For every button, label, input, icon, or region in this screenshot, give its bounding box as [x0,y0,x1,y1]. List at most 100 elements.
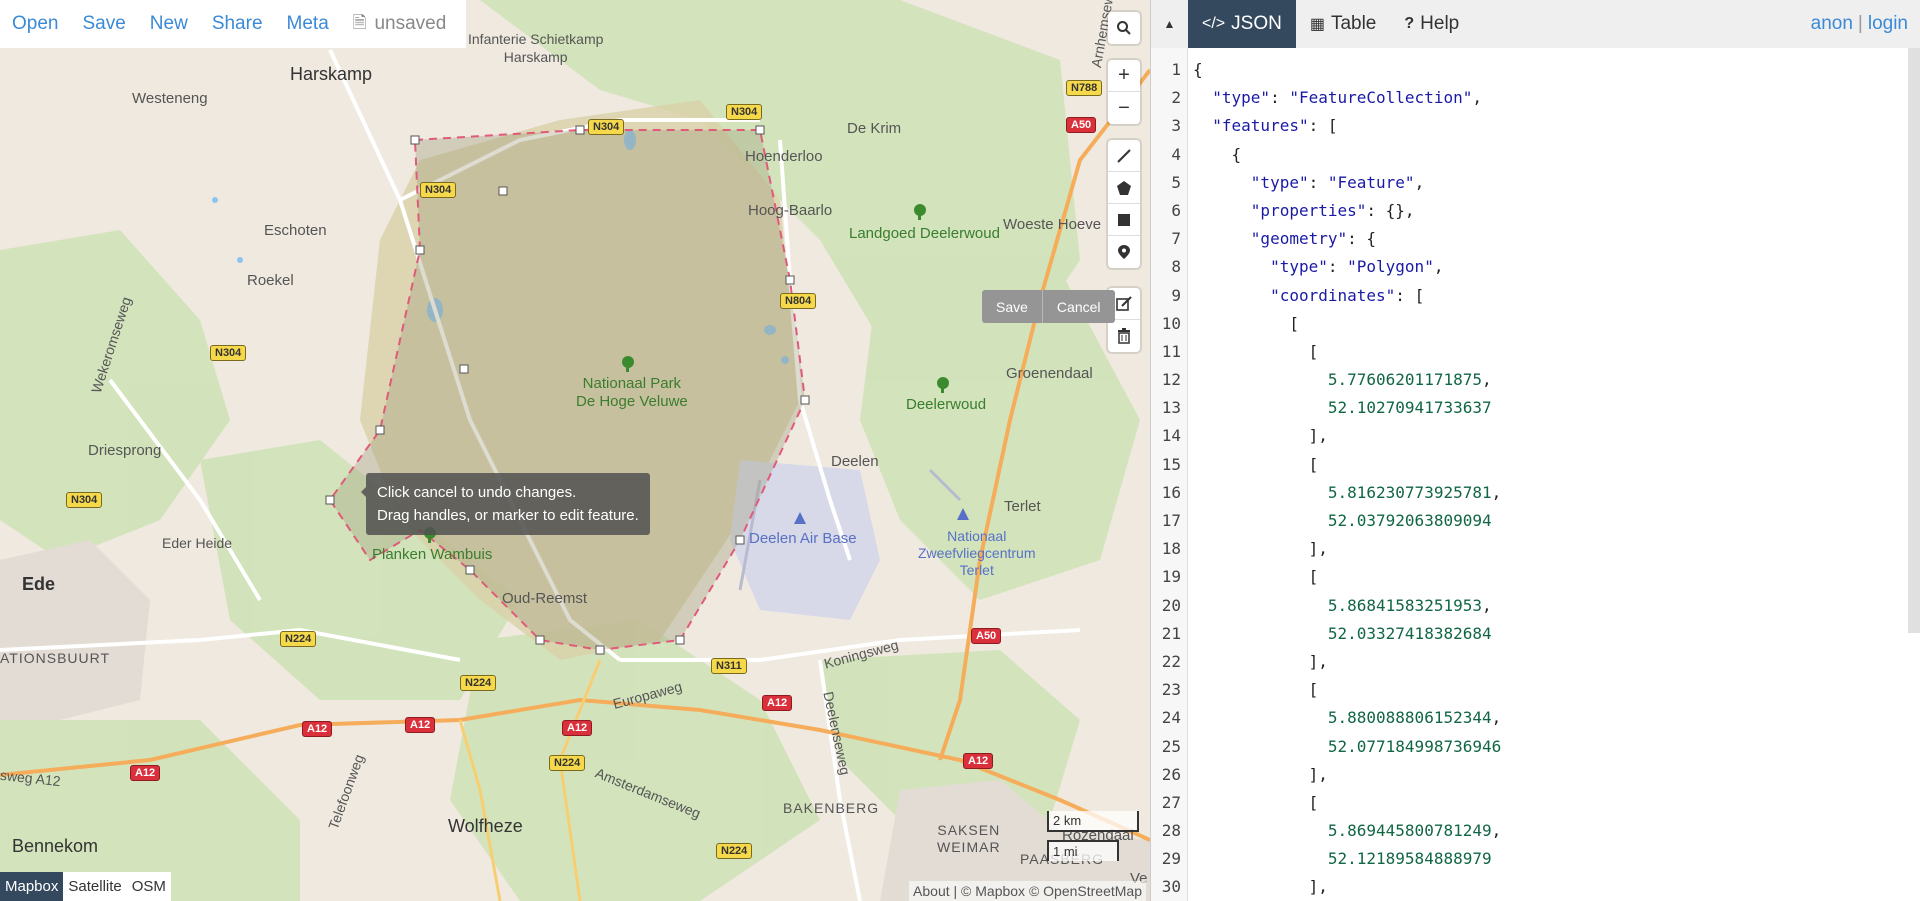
layer-satellite[interactable]: Satellite [63,872,126,901]
code-line[interactable]: 5.77606201171875, [1193,366,1920,394]
code-line[interactable]: "coordinates": [ [1193,282,1920,310]
question-icon: ? [1404,15,1415,32]
code-line[interactable]: { [1193,56,1920,84]
map-label-landgoed: Landgoed Deelerwoud [849,225,1000,242]
code-line[interactable]: "properties": {}, [1193,197,1920,225]
code-line[interactable]: "type": "FeatureCollection", [1193,84,1920,112]
table-icon: ▦ [1309,16,1325,33]
edit-tooltip: Click cancel to undo changes. Drag handl… [361,473,650,535]
code-line[interactable]: 5.86841583251953, [1193,592,1920,620]
draw-polygon-icon[interactable] [1108,172,1140,204]
tab-table[interactable]: ▦ Table [1296,0,1391,48]
auth-links: anon | login [1811,0,1908,48]
road-shield-n304: N304 [66,492,103,508]
editor-scrollbar[interactable] [1908,48,1920,633]
map-label-bakenberg: BAKENBERG [783,800,880,816]
road-shield-a50: A50 [971,628,1002,644]
line-number: 2 [1171,88,1181,108]
tab-help[interactable]: ? Help [1390,0,1473,48]
json-editor[interactable]: 1 2 3 4 5 6 7 8 9 10 11 12 13 14 15 16 17 18 19 20 21 22 23 24 2… [1151,48,1920,901]
map-view[interactable]: Harskamp Infanterie Schietkamp Harskamp … [0,0,1150,901]
code-line[interactable]: ], [1193,648,1920,676]
file-status: unsaved [374,13,447,34]
code-line[interactable]: 52.03792063809094 [1193,507,1920,535]
code-line[interactable]: 5.816230773925781, [1193,479,1920,507]
code-line[interactable]: 52.10270941733637 [1193,394,1920,422]
line-number: 7 [1171,229,1181,249]
layer-osm[interactable]: OSM [127,872,171,901]
road-shield-n804: N804 [780,293,817,309]
line-number: 15 [1161,454,1181,474]
app-root: Harskamp Infanterie Schietkamp Harskamp … [0,0,1920,901]
menu-new[interactable]: New [150,13,188,35]
line-number: 29 [1161,849,1181,869]
zoom-control: + − [1108,60,1140,124]
auth-separator: | [1857,13,1863,34]
road-shield-n311: N311 [711,658,747,674]
code-line[interactable]: [ [1193,451,1920,479]
code-line[interactable]: [ [1193,676,1920,704]
line-number: 10 [1161,313,1181,333]
search-icon[interactable] [1108,12,1140,44]
zoom-out-icon[interactable]: − [1108,92,1140,124]
trash-icon[interactable] [1108,320,1140,352]
edit-cancel-button[interactable]: Cancel [1041,290,1115,323]
menu-open[interactable]: Open [12,13,58,35]
map-label-hoenderloo: Hoenderloo [745,148,823,165]
draw-marker-icon[interactable] [1108,236,1140,268]
road-shield-a12: A12 [302,721,333,737]
draw-line-icon[interactable] [1108,140,1140,172]
map-label-hoogbaarlo: Hoog-Baarlo [748,202,833,219]
line-number: 20 [1161,595,1181,615]
code-line[interactable]: "geometry": { [1193,225,1920,253]
map-attribution[interactable]: About | © Mapbox © OpenStreetMap [909,881,1146,901]
road-shield-a12: A12 [405,717,436,733]
code-line[interactable]: [ [1193,563,1920,591]
map-label-ederheide: Eder Heide [162,535,233,551]
code-line[interactable]: ], [1193,873,1920,901]
code-line[interactable]: { [1193,141,1920,169]
draw-rectangle-icon[interactable] [1108,204,1140,236]
zoom-in-icon[interactable]: + [1108,60,1140,92]
map-label-eschoten: Eschoten [264,222,327,239]
login-link[interactable]: login [1868,13,1908,35]
line-number: 14 [1161,426,1181,446]
code-line[interactable]: ], [1193,422,1920,450]
collapse-icon[interactable]: ▲ [1151,0,1188,48]
code-line[interactable]: [ [1193,338,1920,366]
layer-mapbox[interactable]: Mapbox [0,872,64,901]
line-number: 28 [1161,821,1181,841]
line-number: 26 [1161,764,1181,784]
code-line[interactable]: "features": [ [1193,112,1920,140]
edit-save-button[interactable]: Save [982,290,1042,323]
code-line[interactable]: 52.12189584888979 [1193,845,1920,873]
menu-share[interactable]: Share [212,13,263,35]
map-label-roekel: Roekel [247,272,294,289]
code-line[interactable]: 52.077184998736946 [1193,733,1920,761]
code-line[interactable]: [ [1193,789,1920,817]
code-line[interactable]: ], [1193,761,1920,789]
file-menu-bar: Open Save New Share Meta 🗎 unsaved [0,0,466,48]
code-line[interactable]: "type": "Polygon", [1193,253,1920,281]
code-line[interactable]: [ [1193,310,1920,338]
code-icon: </> [1202,15,1226,32]
road-shield-a12: A12 [963,753,994,769]
menu-meta[interactable]: Meta [287,13,329,35]
anon-link[interactable]: anon [1811,13,1853,35]
panel-header: ▲ </> JSON ▦ Table ? Help anon | login [1151,0,1920,48]
code-line[interactable]: "type": "Feature", [1193,169,1920,197]
map-label-saksenweimar: SAKSEN WEIMAR [937,822,1001,855]
code-line[interactable]: 5.880088806152344, [1193,704,1920,732]
line-number: 22 [1161,651,1181,671]
code-area[interactable]: { "type": "FeatureCollection", "features… [1188,48,1920,901]
scale-mi: 1 mi [1047,840,1119,861]
road-shield-n304: N304 [420,182,457,198]
line-number: 18 [1161,539,1181,559]
code-line[interactable]: 5.869445800781249, [1193,817,1920,845]
code-line[interactable]: ], [1193,535,1920,563]
map-label-woeste: Woeste Hoeve [1003,216,1102,233]
map-label-bennekom: Bennekom [12,836,99,856]
menu-save[interactable]: Save [82,13,125,35]
code-line[interactable]: 52.03327418382684 [1193,620,1920,648]
tab-json[interactable]: </> JSON [1188,0,1296,48]
